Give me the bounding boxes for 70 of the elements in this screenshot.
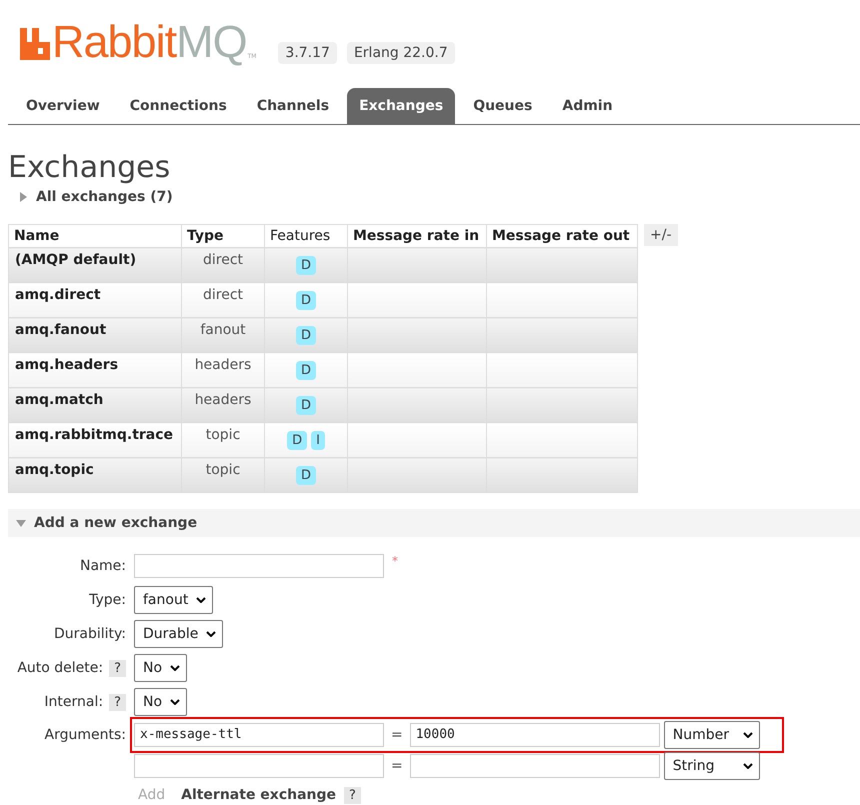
- exchange-name-cell[interactable]: amq.headers: [8, 352, 182, 388]
- triangle-icon: [16, 518, 26, 528]
- type-cell: direct: [182, 282, 264, 318]
- name-input[interactable]: [134, 554, 384, 578]
- nav-tab[interactable]: Queues: [461, 88, 544, 124]
- type-cell: fanout: [182, 318, 264, 352]
- nav-tab[interactable]: Channels: [244, 88, 342, 124]
- field-label: Auto delete:: [17, 660, 104, 676]
- feature-badge: D: [296, 326, 316, 345]
- exchange-name-cell[interactable]: amq.rabbitmq.trace: [8, 422, 182, 458]
- type-cell: headers: [182, 388, 264, 422]
- feature-badge: D: [296, 361, 316, 380]
- feature-badge: D: [296, 291, 316, 310]
- field-label: Durability:: [54, 626, 126, 642]
- nav-tab[interactable]: Exchanges: [347, 88, 456, 124]
- help-button[interactable]: ?: [109, 660, 126, 676]
- help-button[interactable]: ?: [344, 786, 361, 804]
- equals-sign: =: [391, 758, 403, 774]
- version-badge: Erlang 22.0.7: [346, 42, 455, 64]
- argument-key-input[interactable]: x-message-ttl: [134, 722, 384, 746]
- exchange-name-cell[interactable]: amq.fanout: [8, 318, 182, 352]
- exchange-name-cell[interactable]: (AMQP default): [8, 248, 182, 282]
- nav-tab[interactable]: Overview: [8, 88, 112, 124]
- field-label: Alternate exchange: [181, 787, 336, 803]
- argument-value-input[interactable]: 10000: [410, 722, 660, 746]
- equals-sign: =: [391, 726, 403, 742]
- feature-badge: D: [296, 466, 316, 485]
- dropdown[interactable]: No: [134, 688, 188, 716]
- exchange-name-cell[interactable]: amq.match: [8, 388, 182, 422]
- feature-badge: D: [296, 396, 316, 415]
- type-cell: topic: [182, 422, 264, 458]
- type-cell: headers: [182, 352, 264, 388]
- argument-value-input[interactable]: [410, 754, 660, 778]
- dropdown[interactable]: String: [664, 752, 760, 780]
- dropdown[interactable]: No: [134, 654, 188, 682]
- logo-icon: [20, 28, 50, 60]
- chevron-icon: [170, 665, 180, 671]
- page-title: Exchanges: [8, 151, 172, 185]
- field-label: Arguments:: [44, 726, 126, 742]
- field-label: Name:: [80, 558, 126, 574]
- columns-toggle-button[interactable]: +/-: [644, 224, 678, 246]
- type-cell: direct: [182, 248, 264, 282]
- dropdown[interactable]: fanout: [134, 586, 214, 614]
- feature-badge: I: [311, 431, 325, 450]
- section-header[interactable]: Add a new exchange: [8, 509, 860, 537]
- version-badge: 3.7.17: [278, 42, 337, 64]
- triangle-icon: [18, 192, 28, 202]
- field-label: Type:: [89, 592, 126, 608]
- nav-tab[interactable]: Connections: [118, 88, 239, 124]
- exchange-name-cell[interactable]: amq.direct: [8, 282, 182, 318]
- chevron-icon: [196, 597, 206, 603]
- feature-badge: D: [296, 256, 316, 275]
- column-header: Message rate out: [486, 224, 638, 248]
- help-button[interactable]: ?: [109, 694, 126, 710]
- chevron-icon: [742, 762, 753, 768]
- required-mark: *: [392, 554, 398, 568]
- nav-tab[interactable]: Admin: [550, 88, 625, 124]
- column-header: Message rate in: [348, 224, 486, 248]
- chevron-icon: [170, 699, 180, 705]
- field-label: Internal:: [44, 694, 104, 710]
- exchange-name-cell[interactable]: amq.topic: [8, 458, 182, 492]
- type-cell: topic: [182, 458, 264, 492]
- section-toggle[interactable]: All exchanges (7): [8, 185, 173, 205]
- chevron-icon: [742, 732, 753, 738]
- chevron-icon: [206, 631, 216, 637]
- dropdown[interactable]: Durable: [134, 620, 224, 648]
- column-header: Name: [8, 224, 182, 248]
- argument-key-input[interactable]: [134, 754, 384, 778]
- dropdown[interactable]: Number: [664, 720, 760, 748]
- feature-badge: D: [287, 431, 308, 450]
